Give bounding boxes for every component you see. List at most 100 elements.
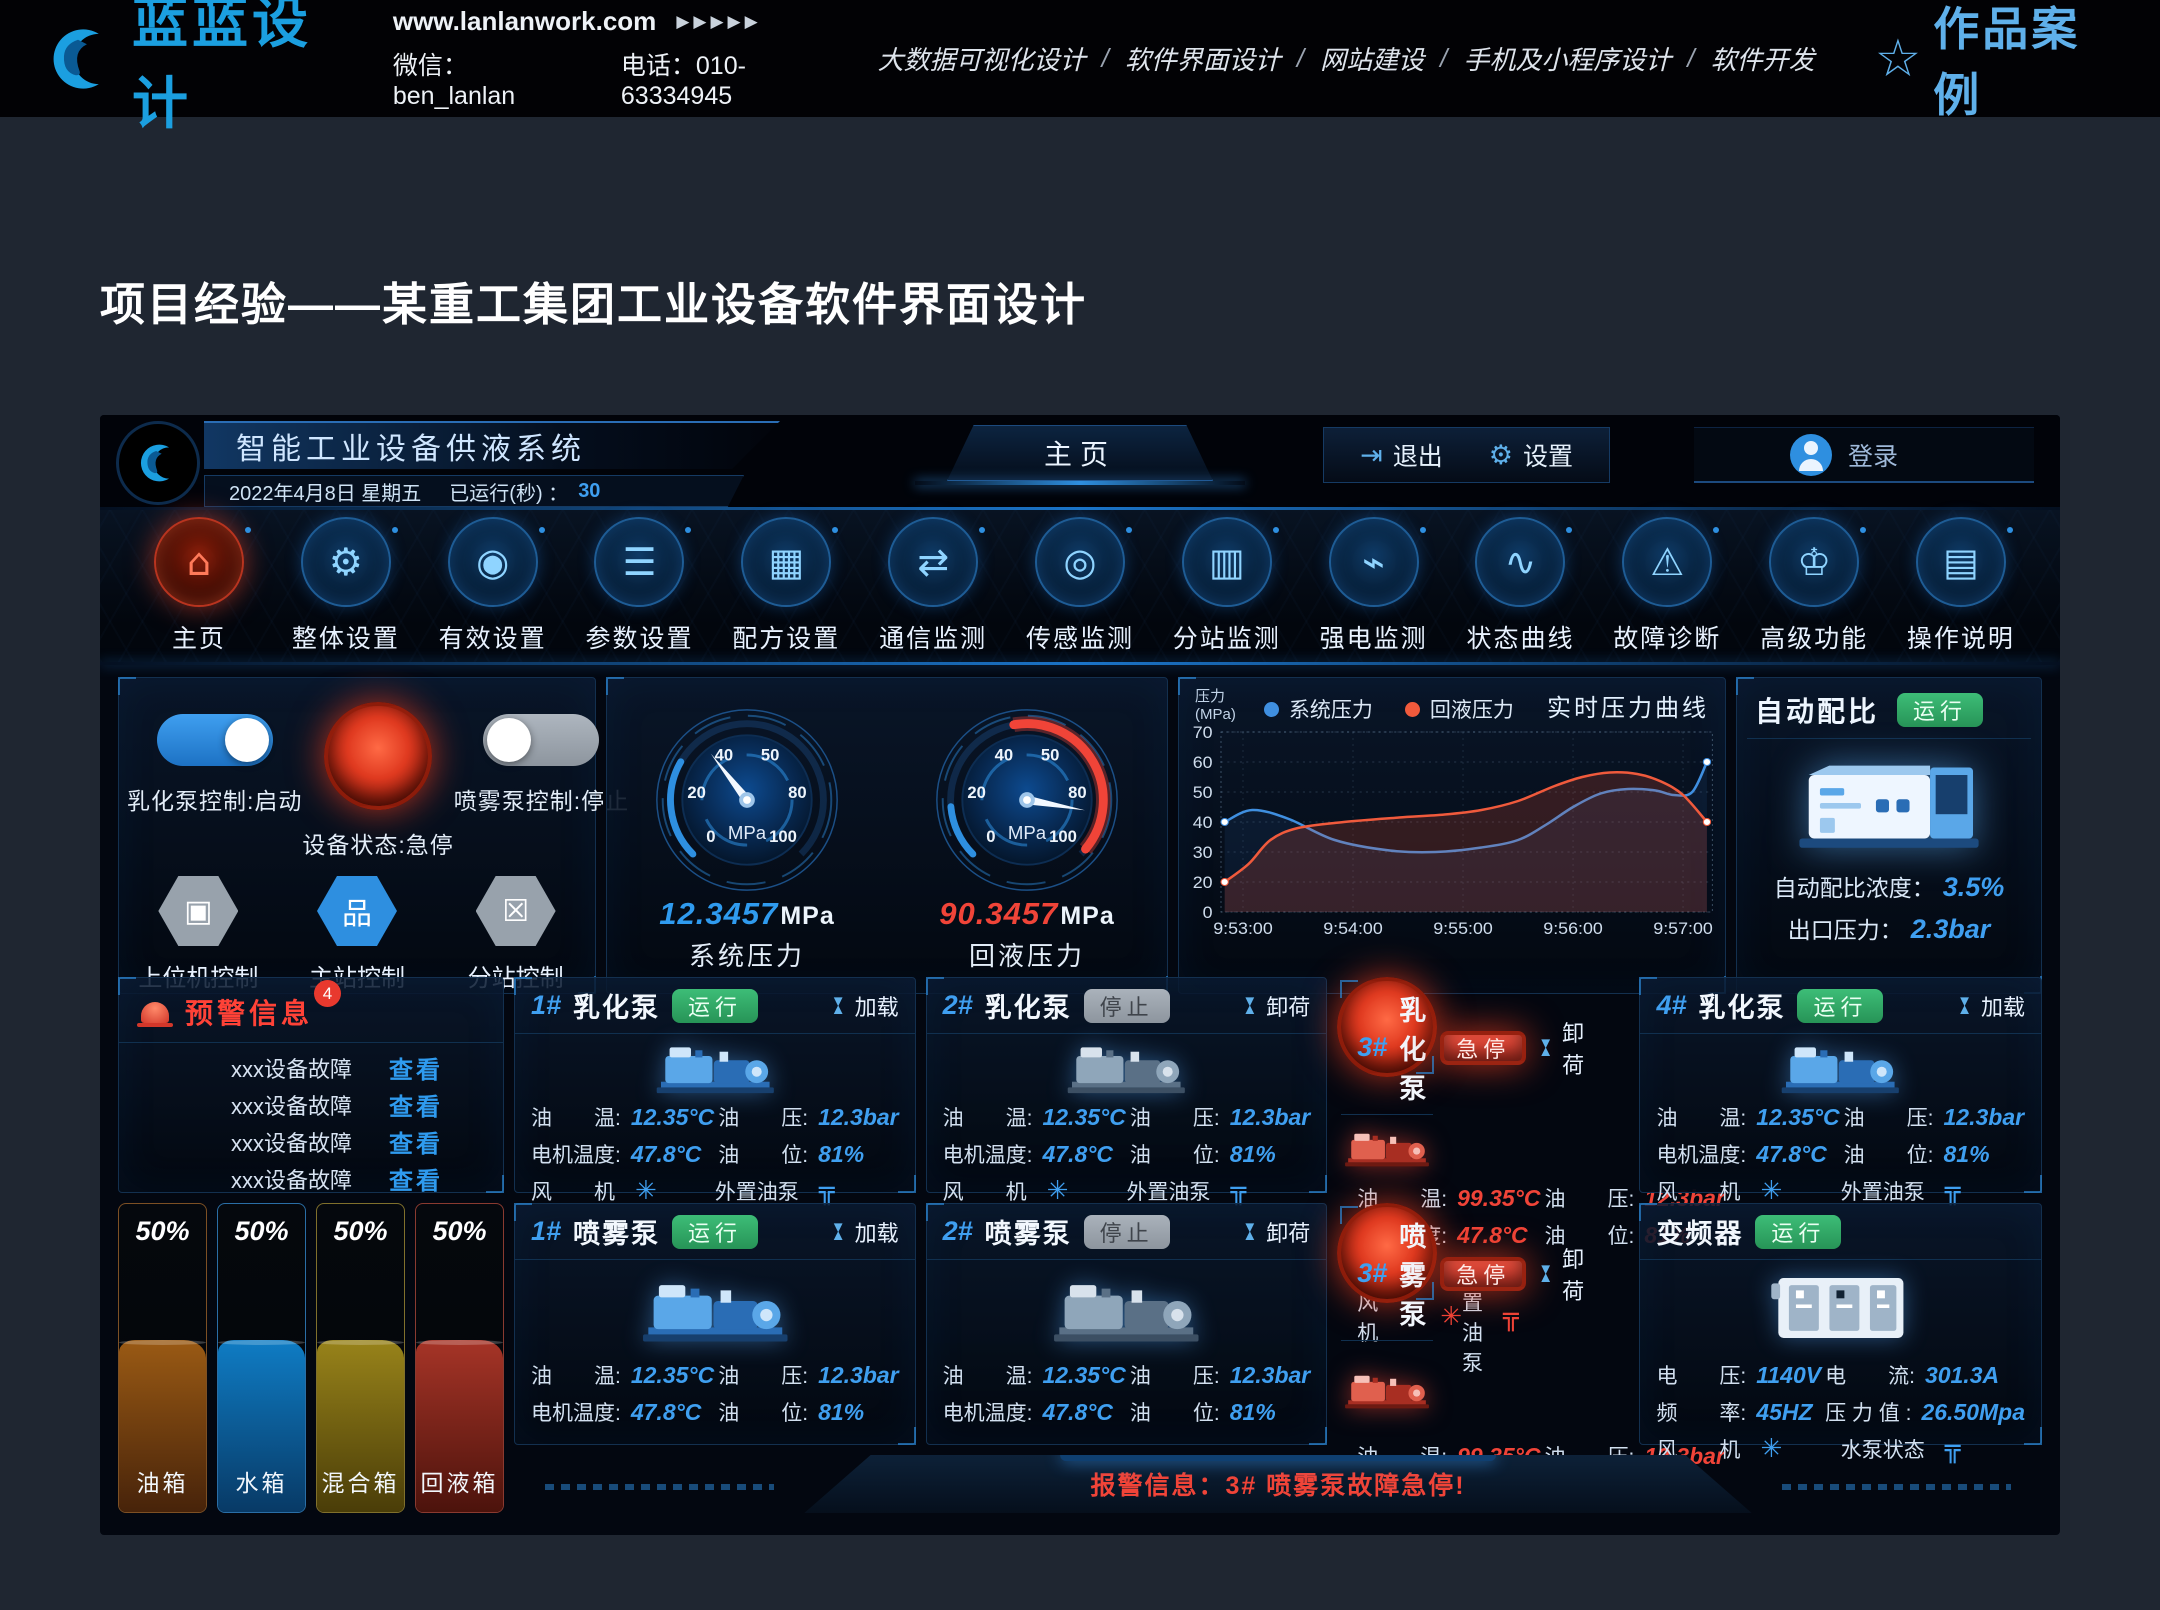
tank-label: 混合箱	[317, 1464, 404, 1498]
phone-label: 电话：010-63334945	[621, 46, 844, 111]
grid-icon: ▦	[741, 517, 831, 607]
pump-icon: ╦	[819, 1176, 835, 1206]
load-unload-button[interactable]: ▼▲卸荷	[1242, 990, 1310, 1022]
chart-ylabel: 压力 (MPa)	[1195, 688, 1236, 724]
tank-回液箱: 50%回液箱	[415, 1203, 504, 1513]
stat-value: 47.8°C	[631, 1141, 702, 1168]
svg-text:50: 50	[1193, 782, 1213, 802]
service-menu-item[interactable]: 软件开发	[1711, 40, 1815, 77]
stat-value: 47.8°C	[1457, 1222, 1528, 1249]
stat-value: 12.35°C	[1042, 1104, 1125, 1131]
glyph: ♔	[1797, 540, 1831, 584]
nav-item-comm-monitor[interactable]: ⇄通信监测	[864, 517, 1002, 655]
load-unload-button[interactable]: ▼▲卸荷	[1538, 1242, 1584, 1306]
nav-item-sensor-monitor[interactable]: ◎传感监测	[1011, 517, 1149, 655]
decor-dashes	[545, 1484, 774, 1490]
stat-label: 电 压:	[1656, 1360, 1746, 1390]
alarm-siren-icon	[141, 1002, 169, 1023]
chart-title: 实时压力曲线	[1547, 688, 1709, 723]
load-unload-button[interactable]: ▼▲加载	[1957, 990, 2025, 1022]
gauge-name: 系统压力	[689, 936, 805, 973]
nav-item-valid-settings[interactable]: ◉有效设置	[424, 517, 562, 655]
stat-label: 电机温度:	[531, 1397, 621, 1427]
stat-value: 99.35°C	[1457, 1185, 1540, 1212]
stat: 油 位:81%	[718, 1139, 898, 1169]
nav-item-power-monitor[interactable]: ⌁强电监测	[1305, 517, 1443, 655]
card-header: 1#喷雾泵运行▼▲加载	[515, 1204, 915, 1260]
status-badge: 运行	[672, 1215, 758, 1249]
svg-text:20: 20	[1193, 872, 1213, 892]
card-变频器: 变频器运行 电 压:1140V电 流:301.3A频 率:45HZ压 力 值 :…	[1639, 1203, 2042, 1445]
tank-label: 油箱	[119, 1464, 206, 1498]
legend-label: 回液压力	[1430, 694, 1514, 724]
site-logo[interactable]: 蓝蓝设计	[44, 0, 355, 140]
master-control-button[interactable]: 品	[317, 876, 397, 946]
auto-ratio-value: 2.3bar	[1911, 914, 1991, 944]
card-title: 乳化泵	[1698, 986, 1785, 1025]
load-unload-button[interactable]: ▼▲卸荷	[1242, 1216, 1310, 1248]
services-separator: /	[1440, 43, 1447, 74]
stat: 油 压:12.3bar	[1844, 1102, 2025, 1132]
dashboard-logo-icon	[116, 421, 200, 505]
decor-glow-bar	[1060, 1455, 1496, 1461]
load-unload-button[interactable]: ▼▲加载	[831, 1216, 899, 1248]
warning-row: xxx设备故障查看	[119, 1123, 503, 1160]
chart-legend: 系统压力回液压力	[1264, 694, 1514, 724]
portfolio-link[interactable]: ☆ 作品案例	[1875, 0, 2116, 125]
svg-text:9:57:00: 9:57:00	[1653, 918, 1713, 938]
spray-pump-toggle[interactable]	[483, 714, 599, 766]
card-number: 2#	[943, 1216, 973, 1247]
stat-value: 47.8°C	[1042, 1399, 1113, 1426]
home-icon: ⌂	[154, 517, 244, 607]
warning-view-link[interactable]: 查看	[389, 1087, 443, 1122]
hourglass-icon: ▼▲	[831, 998, 846, 1013]
card-number: 2#	[943, 990, 973, 1021]
nav-item-label: 主页	[172, 619, 226, 655]
status-badge: 运行	[1755, 1215, 1841, 1249]
gauges-panel: 020405080100 MPa 12.3457MPa系统压力 02040508…	[606, 677, 1168, 994]
load-unload-button[interactable]: ▼▲加载	[831, 990, 899, 1022]
stat: 油 位:81%	[1844, 1139, 2025, 1169]
card-header: 4#乳化泵运行▼▲加载	[1640, 978, 2041, 1034]
footer-label: 风 机	[943, 1176, 1027, 1206]
stat: 油 温:12.35°C	[531, 1360, 714, 1390]
service-menu-item[interactable]: 大数据可视化设计	[878, 40, 1086, 77]
glyph: ⚠	[1650, 540, 1684, 584]
card-4#乳化泵: 4#乳化泵运行▼▲加载 油 温:12.35°C油 压:12.3bar电机温度:4…	[1639, 977, 2042, 1193]
host-control-button[interactable]: ▣	[158, 876, 238, 946]
svg-text:20: 20	[967, 783, 986, 802]
service-menu-item[interactable]: 网站建设	[1320, 40, 1424, 77]
stat-value: 12.35°C	[1756, 1104, 1839, 1131]
card-stats: 油 温:12.35°C油 压:12.3bar电机温度:47.8°C油 位:81%	[1640, 1098, 2041, 1173]
substation-control-button[interactable]: ☒	[476, 876, 556, 946]
warning-view-link[interactable]: 查看	[389, 1161, 443, 1196]
nav-item-status-curve[interactable]: ∿状态曲线	[1451, 517, 1589, 655]
settings-button[interactable]: ⚙ 设置	[1489, 437, 1573, 473]
nav-item-overall-settings[interactable]: ⚙整体设置	[277, 517, 415, 655]
nav-item-recipe-settings[interactable]: ▦配方设置	[717, 517, 855, 655]
stat: 电机温度:47.8°C	[531, 1397, 714, 1427]
card-title: 喷雾泵	[1399, 1215, 1428, 1332]
nav-item-home[interactable]: ⌂ 主页	[130, 517, 268, 655]
service-menu-item[interactable]: 手机及小程序设计	[1463, 40, 1671, 77]
exit-button[interactable]: ⇥ 退出	[1360, 437, 1443, 473]
stat-value: 47.8°C	[1756, 1141, 1827, 1168]
glyph: ▦	[768, 540, 804, 584]
nav-item-param-settings[interactable]: ☰参数设置	[570, 517, 708, 655]
emergency-stop-button[interactable]	[324, 702, 432, 810]
nav-item-manual[interactable]: ▤操作说明	[1892, 517, 2030, 655]
nav-item-fault-diagnosis[interactable]: ⚠故障诊断	[1598, 517, 1736, 655]
pump-icon: ╦	[1230, 1176, 1246, 1206]
service-menu-item[interactable]: 软件界面设计	[1125, 40, 1281, 77]
card-number: 4#	[1656, 990, 1686, 1021]
load-unload-button[interactable]: ▼▲卸荷	[1538, 1016, 1584, 1080]
nav-item-advanced-functions[interactable]: ♔高级功能	[1745, 517, 1883, 655]
warning-view-link[interactable]: 查看	[389, 1124, 443, 1159]
warning-view-link[interactable]: 查看	[389, 1050, 443, 1085]
auto-ratio-status-badge: 运行	[1897, 693, 1983, 727]
nav-item-substation-monitor[interactable]: ▥分站监测	[1158, 517, 1296, 655]
tab-home[interactable]: 主页	[947, 425, 1213, 481]
login-button[interactable]: 登录	[1694, 427, 2034, 483]
emulsion-toggle-label: 乳化泵控制:启动	[127, 782, 302, 816]
emulsion-pump-toggle[interactable]	[157, 714, 273, 766]
